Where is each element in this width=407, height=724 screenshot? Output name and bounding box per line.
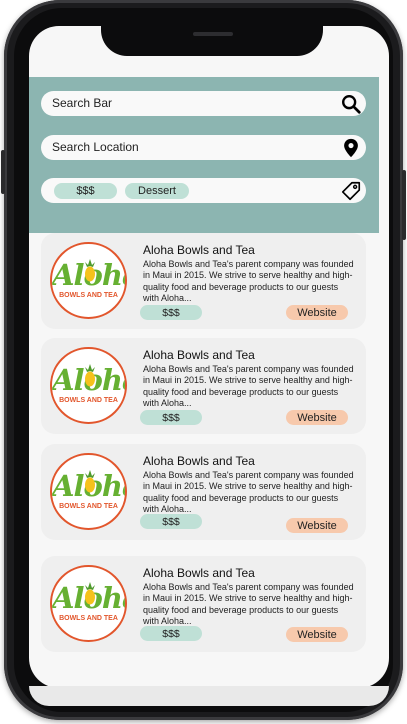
website-button[interactable]: Website bbox=[286, 627, 348, 642]
restaurant-description: Aloha Bowls and Tea's parent company was… bbox=[143, 259, 354, 304]
filter-chip-price[interactable]: $$$ bbox=[54, 183, 117, 199]
restaurant-description: Aloha Bowls and Tea's parent company was… bbox=[143, 582, 354, 627]
website-button[interactable]: Website bbox=[286, 305, 348, 320]
restaurant-card[interactable]: Aloha BOWLS AND TEA Aloha Bowls and Tea … bbox=[41, 444, 366, 540]
search-icon[interactable] bbox=[340, 93, 362, 115]
logo-subtitle: BOWLS AND TEA bbox=[59, 615, 118, 622]
restaurant-description: Aloha Bowls and Tea's parent company was… bbox=[143, 470, 354, 515]
restaurant-title[interactable]: Aloha Bowls and Tea bbox=[143, 454, 255, 468]
location-bar-placeholder: Search Location bbox=[52, 140, 139, 154]
price-badge: $$$ bbox=[140, 305, 202, 320]
pineapple-icon bbox=[85, 582, 95, 605]
phone-notch bbox=[101, 26, 323, 56]
price-badge: $$$ bbox=[140, 410, 202, 425]
price-badge: $$$ bbox=[140, 514, 202, 529]
logo-subtitle: BOWLS AND TEA bbox=[59, 503, 118, 510]
restaurant-logo: Aloha BOWLS AND TEA bbox=[50, 565, 127, 642]
side-button-left bbox=[1, 150, 5, 194]
website-button[interactable]: Website bbox=[286, 410, 348, 425]
search-header: Search Bar Search Location $$$ Dessert bbox=[29, 77, 379, 233]
pineapple-icon bbox=[85, 259, 95, 282]
restaurant-title[interactable]: Aloha Bowls and Tea bbox=[143, 243, 255, 257]
filter-bar: $$$ Dessert bbox=[41, 178, 366, 203]
restaurant-card[interactable]: Aloha BOWLS AND TEA Aloha Bowls and Tea … bbox=[41, 556, 366, 652]
filter-chip-category[interactable]: Dessert bbox=[125, 183, 189, 199]
restaurant-description: Aloha Bowls and Tea's parent company was… bbox=[143, 364, 354, 409]
price-badge: $$$ bbox=[140, 626, 202, 641]
speaker-grille bbox=[193, 32, 233, 36]
restaurant-logo: Aloha BOWLS AND TEA bbox=[50, 347, 127, 424]
pineapple-icon bbox=[85, 364, 95, 387]
restaurant-card[interactable]: Aloha BOWLS AND TEA Aloha Bowls and Tea … bbox=[41, 338, 366, 434]
restaurant-logo: Aloha BOWLS AND TEA bbox=[50, 453, 127, 530]
restaurant-card[interactable]: Aloha BOWLS AND TEA Aloha Bowls and Tea … bbox=[41, 233, 366, 329]
website-button[interactable]: Website bbox=[286, 518, 348, 533]
restaurant-logo: Aloha BOWLS AND TEA bbox=[50, 242, 127, 319]
logo-subtitle: BOWLS AND TEA bbox=[59, 397, 118, 404]
search-bar-placeholder: Search Bar bbox=[52, 96, 113, 110]
screen-bottom bbox=[29, 686, 389, 706]
side-button-right bbox=[402, 170, 406, 240]
pineapple-icon bbox=[85, 470, 95, 493]
tag-icon[interactable] bbox=[340, 180, 362, 202]
location-pin-icon[interactable] bbox=[340, 137, 362, 159]
restaurant-title[interactable]: Aloha Bowls and Tea bbox=[143, 566, 255, 580]
restaurant-title[interactable]: Aloha Bowls and Tea bbox=[143, 348, 255, 362]
app-screen: Search Bar Search Location $$$ Dessert B… bbox=[29, 26, 389, 688]
location-bar[interactable]: Search Location bbox=[41, 135, 366, 160]
logo-subtitle: BOWLS AND TEA bbox=[59, 292, 118, 299]
search-bar[interactable]: Search Bar bbox=[41, 91, 366, 116]
